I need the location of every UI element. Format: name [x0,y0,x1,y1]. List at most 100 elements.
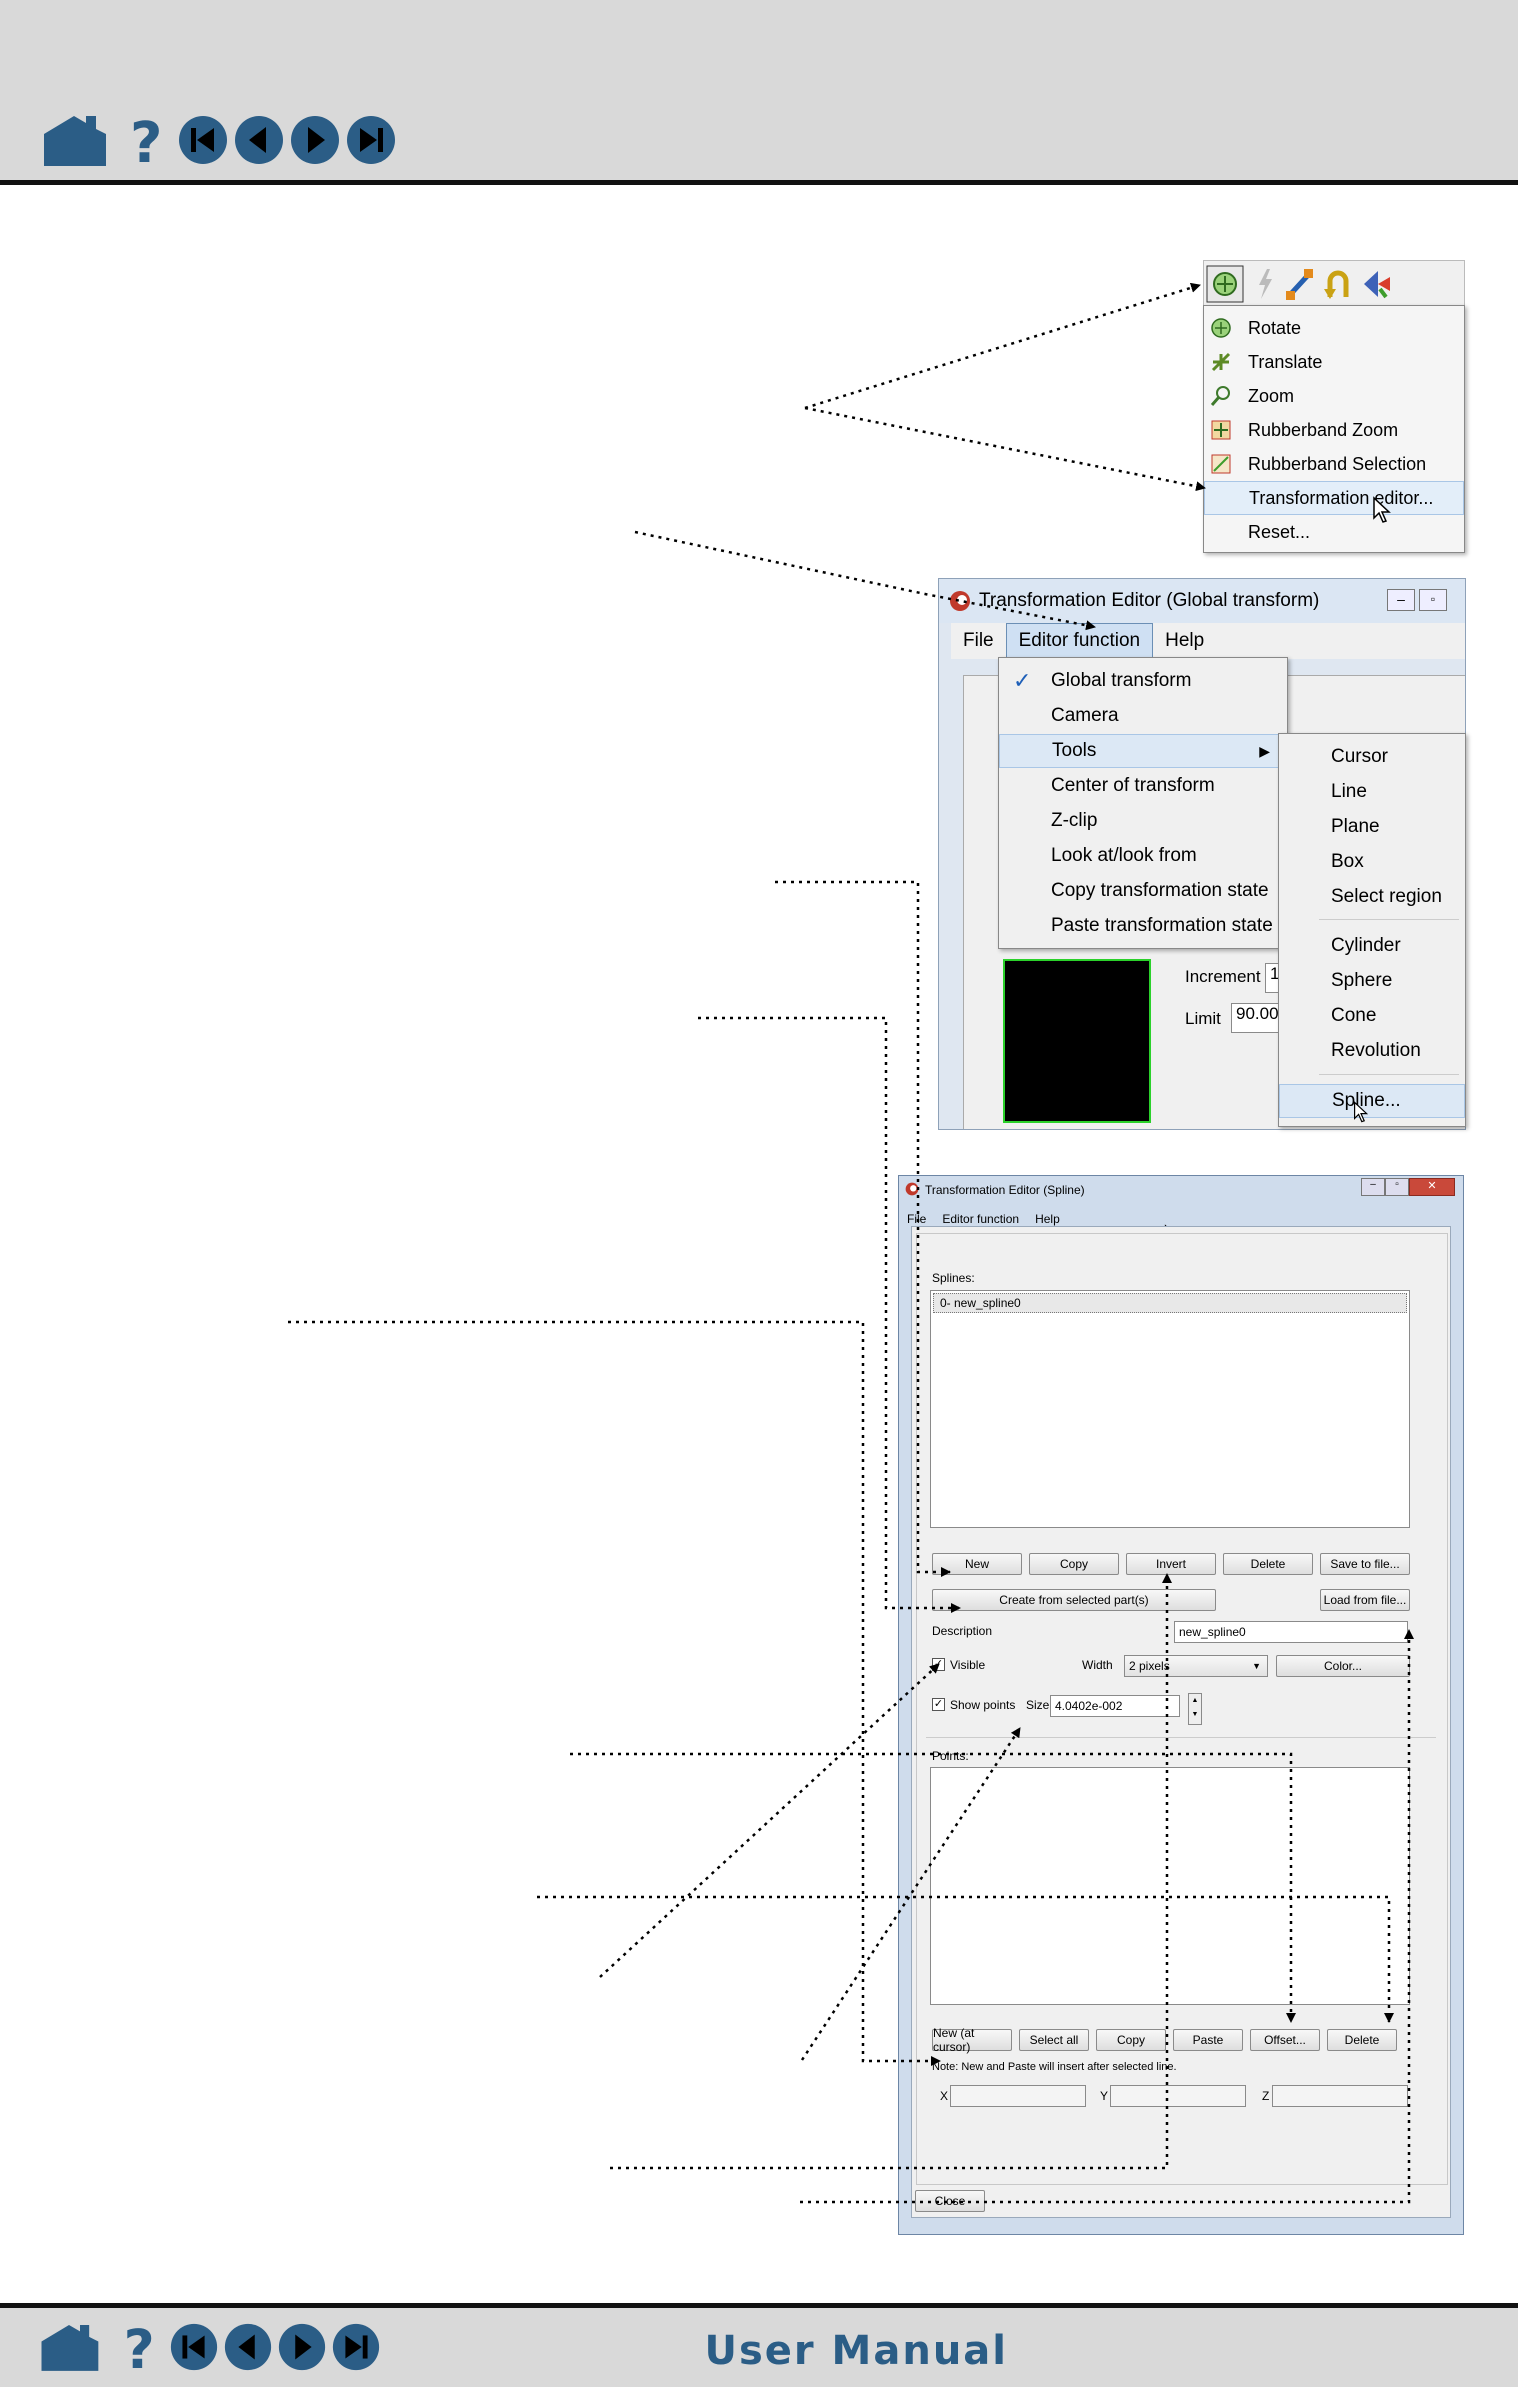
leader-line [288,1320,941,2066]
load-from-file-button[interactable]: Load from file... [1320,1589,1410,1611]
delete-point-button[interactable]: Delete [1327,2029,1397,2051]
menu-item-copy-state[interactable]: Copy transformation state [999,874,1287,908]
menu-item-spline[interactable]: Spline... [1279,1084,1465,1118]
invert-spline-button[interactable]: Invert [1126,1553,1216,1575]
first-page-icon[interactable] [176,113,230,167]
copy-point-button[interactable]: Copy [1096,2029,1166,2051]
menu-help[interactable]: Help [1153,624,1216,658]
close-window-button[interactable]: Close [915,2190,985,2212]
new-at-cursor-button[interactable]: New (at cursor) [932,2026,1012,2054]
menu-item-label: Global transform [1051,670,1192,691]
splines-list[interactable]: 0- new_spline0 [930,1290,1410,1528]
new-spline-button[interactable]: New [932,1553,1022,1575]
menu-item-rubberband-selection[interactable]: Rubberband Selection [1204,447,1464,481]
menu-editor-function[interactable]: Editor function [1005,623,1154,659]
minimize-button[interactable]: – [1387,589,1415,611]
menu-item-line[interactable]: Line [1279,775,1465,809]
next-page-icon[interactable] [288,113,342,167]
menu-item-box[interactable]: Box [1279,845,1465,879]
menu-item-select-region[interactable]: Select region [1279,880,1465,914]
points-list[interactable] [930,1767,1410,2005]
menu-item-sphere[interactable]: Sphere [1279,964,1465,998]
menu-item-look-at[interactable]: Look at/look from [999,839,1287,873]
copy-spline-button[interactable]: Copy [1029,1553,1119,1575]
menu-item-label: Plane [1331,816,1380,837]
window-titlebar: Transformation Editor (Global transform)… [939,579,1465,623]
menu-item-tools[interactable]: Tools ▶ [999,734,1287,768]
list-item[interactable]: 0- new_spline0 [933,1293,1407,1313]
previous-page-icon[interactable] [232,113,286,167]
menu-item-rubberband-zoom[interactable]: Rubberband Zoom [1204,413,1464,447]
color-button[interactable]: Color... [1276,1655,1410,1677]
x-label: X [940,2089,949,2103]
menu-item-label: Rotate [1248,317,1302,338]
leader-line [804,406,1206,492]
menu-item-paste-state[interactable]: Paste transformation state [999,909,1287,943]
undo-transform-icon[interactable] [1322,267,1354,301]
rotate-tool-icon[interactable] [1206,265,1244,303]
size-field[interactable]: 4.0402e-002 [1050,1695,1180,1717]
z-field[interactable] [1272,2085,1408,2107]
offset-button[interactable]: Offset... [1250,2029,1320,2051]
menu-item-cursor[interactable]: Cursor [1279,740,1465,774]
next-page-icon[interactable] [276,2321,328,2373]
window-titlebar: Transformation Editor (Spline) – ▫ ✕ [899,1176,1463,1202]
menu-item-transformation-editor[interactable]: Transformation editor... [1204,481,1464,515]
menu-item-label: Zoom [1248,385,1295,406]
last-page-icon[interactable] [330,2321,382,2373]
save-to-file-button[interactable]: Save to file... [1320,1553,1410,1575]
menu-item-plane[interactable]: Plane [1279,810,1465,844]
menu-item-z-clip[interactable]: Z-clip [999,804,1287,838]
maximize-button[interactable]: ▫ [1385,1178,1409,1196]
menu-item-zoom[interactable]: Zoom [1204,379,1464,413]
menu-item-reset[interactable]: Reset... [1204,515,1464,549]
size-spinner[interactable]: ▲ ▼ [1188,1693,1202,1725]
menu-item-label: Line [1331,781,1367,802]
menu-file[interactable]: File [951,624,1006,658]
home-icon[interactable] [38,112,110,168]
last-page-icon[interactable] [344,113,398,167]
leader-line [804,282,1201,410]
select-all-button[interactable]: Select all [1019,2029,1089,2051]
menu-item-translate[interactable]: Translate [1204,345,1464,379]
menu-item-label: Paste transformation state [1051,915,1273,936]
app-logo-icon [905,1182,919,1196]
view-direction-icon[interactable] [1360,267,1394,301]
help-icon[interactable]: ? [116,2320,160,2374]
footer-nav: ? [36,2320,382,2374]
menu-item-label: Transformation editor... [1249,487,1434,508]
first-page-icon[interactable] [168,2321,220,2373]
paste-point-button[interactable]: Paste [1173,2029,1243,2051]
menu-item-rotate[interactable]: Rotate [1204,311,1464,345]
spline-editor-window: Transformation Editor (Spline) – ▫ ✕ Fil… [898,1175,1464,2235]
menu-item-revolution[interactable]: Revolution [1279,1034,1465,1068]
y-field[interactable] [1110,2085,1246,2107]
menu-item-global-transform[interactable]: ✓ Global transform [999,664,1287,698]
previous-page-icon[interactable] [222,2321,274,2373]
width-select[interactable]: 2 pixels ▼ [1124,1655,1268,1677]
menu-item-cone[interactable]: Cone [1279,999,1465,1033]
show-points-checkbox[interactable]: ✓ [932,1698,945,1711]
description-field[interactable]: new_spline0 [1174,1621,1408,1643]
section-divider [926,1737,1436,1738]
delete-spline-button[interactable]: Delete [1223,1553,1313,1575]
menu-item-label: Copy transformation state [1051,880,1269,901]
limit-label: Limit [1185,1009,1221,1028]
menu-item-center-of-transform[interactable]: Center of transform [999,769,1287,803]
menu-item-camera[interactable]: Camera [999,699,1287,733]
close-button[interactable]: ✕ [1409,1178,1455,1196]
menu-item-cylinder[interactable]: Cylinder [1279,929,1465,963]
size-label: Size [1026,1698,1050,1712]
menu-item-label: Select region [1331,886,1442,907]
lightning-tool-icon[interactable] [1254,267,1276,301]
translate-tool-icon[interactable] [1284,267,1316,301]
window-title: Transformation Editor (Spline) [925,1183,1085,1197]
visible-checkbox[interactable]: ✓ [932,1658,945,1671]
minimize-button[interactable]: – [1361,1178,1385,1196]
home-icon[interactable] [36,2320,102,2374]
help-icon[interactable]: ? [122,112,168,168]
create-from-selected-button[interactable]: Create from selected part(s) [932,1589,1216,1611]
x-field[interactable] [950,2085,1086,2107]
menu-item-label: Revolution [1331,1040,1421,1061]
maximize-button[interactable]: ▫ [1419,589,1447,611]
